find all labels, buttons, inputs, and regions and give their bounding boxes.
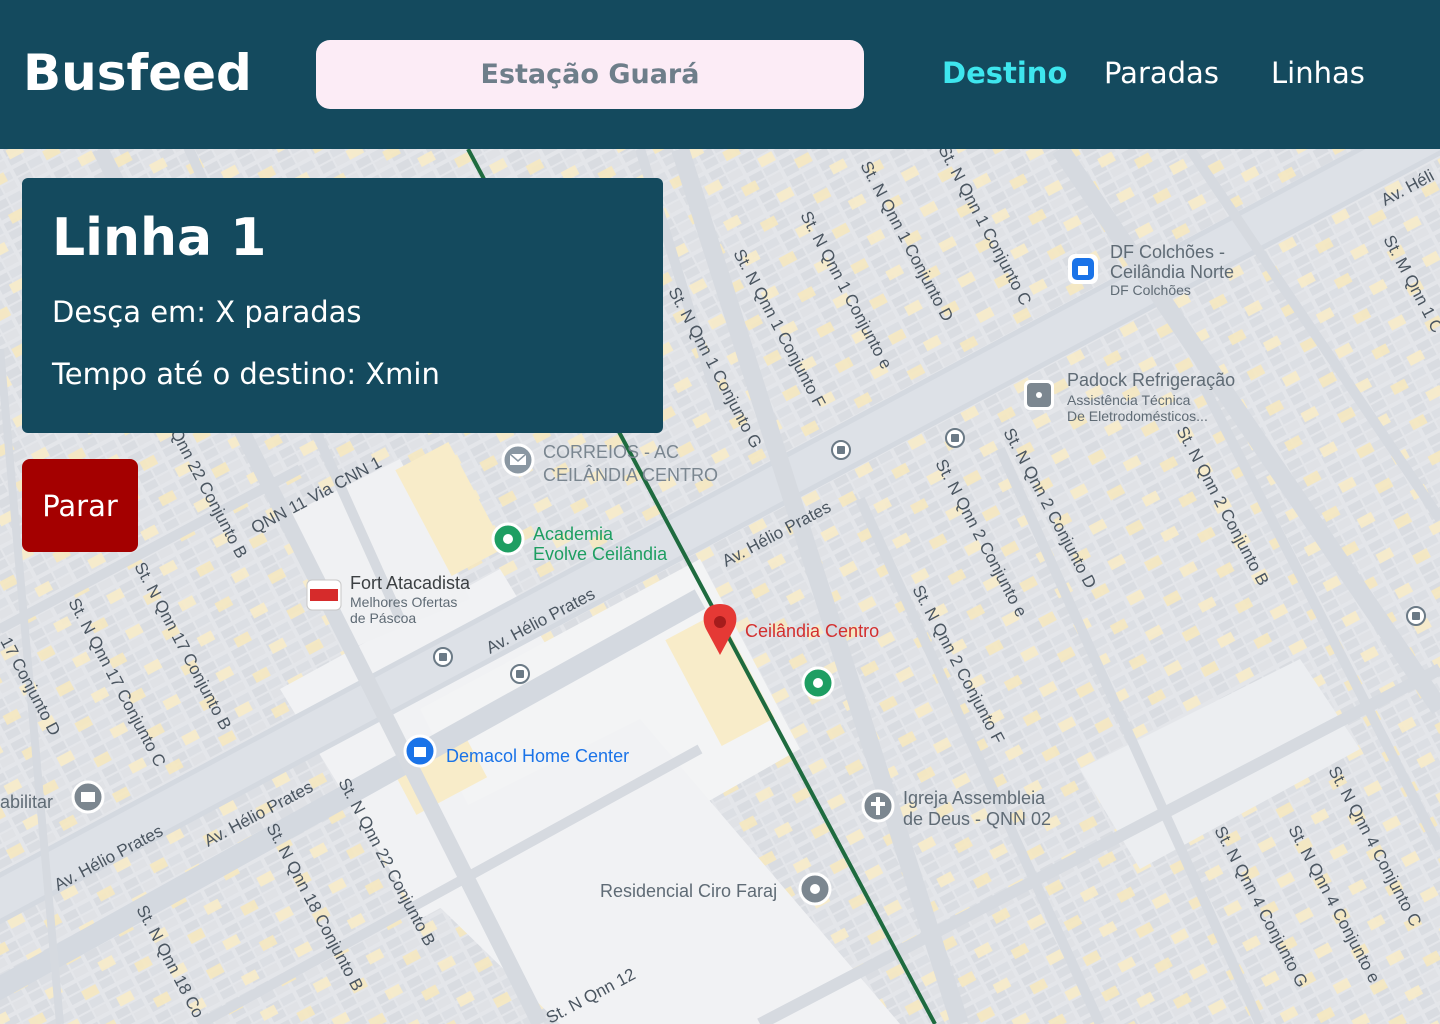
poi-padock-sub-2: De Eletrodomésticos... (1067, 408, 1208, 424)
poi-fort-sub-2: de Páscoa (350, 610, 416, 626)
stops-remaining: Desça em: X paradas (52, 295, 362, 329)
poi-correios-name-1[interactable]: CORREIOS - AC (543, 442, 679, 462)
bus-stop-icon[interactable] (433, 647, 453, 667)
shopping-bag-icon[interactable] (1068, 254, 1098, 284)
top-navbar: Busfeed Destino Paradas Linhas (0, 0, 1440, 149)
route-info-card: Linha 1 Desça em: X paradas Tempo até o … (22, 178, 663, 433)
gym-icon[interactable] (491, 522, 525, 556)
search-input[interactable] (316, 40, 864, 109)
poi-igreja-name-2[interactable]: de Deus - QNN 02 (903, 809, 1051, 829)
poi-padock-sub-1: Assistência Técnica (1067, 392, 1191, 408)
poi-fort-sub-1: Melhores Ofertas (350, 594, 457, 610)
app-logo[interactable]: Busfeed (23, 44, 252, 102)
fort-logo-icon[interactable] (306, 579, 342, 611)
route-title: Linha 1 (52, 208, 267, 268)
bus-stop-icon[interactable] (831, 440, 851, 460)
poi-academia-name-1[interactable]: Academia (533, 524, 614, 544)
poi-df-colchoes-name-1[interactable]: DF Colchões - (1110, 242, 1225, 262)
stop-button[interactable]: Parar (22, 459, 138, 552)
poi-df-colchoes-sub: DF Colchões (1110, 282, 1191, 298)
poi-residencial-name[interactable]: Residencial Ciro Faraj (600, 881, 777, 901)
mail-icon[interactable] (501, 443, 535, 477)
poi-demacol-name[interactable]: Demacol Home Center (446, 746, 629, 766)
government-icon[interactable] (71, 780, 105, 814)
poi-fort-name[interactable]: Fort Atacadista (350, 573, 471, 593)
church-icon[interactable] (861, 789, 895, 823)
park-icon[interactable] (801, 666, 835, 700)
poi-academia-name-2[interactable]: Evolve Ceilândia (533, 544, 668, 564)
store-icon[interactable] (1024, 380, 1054, 410)
shopping-bag-icon[interactable] (403, 734, 437, 768)
poi-padock-name[interactable]: Padock Refrigeração (1067, 370, 1235, 390)
poi-ceilandia-centro-name[interactable]: Ceilândia Centro (745, 621, 879, 641)
bus-stop-icon[interactable] (945, 428, 965, 448)
poi-igreja-name-1[interactable]: Igreja Assembleia (903, 788, 1046, 808)
nav-linhas[interactable]: Linhas (1271, 56, 1365, 90)
nav-paradas[interactable]: Paradas (1104, 56, 1219, 90)
time-to-destination: Tempo até o destino: Xmin (52, 357, 440, 391)
poi-df-colchoes-name-2[interactable]: Ceilândia Norte (1110, 262, 1234, 282)
nav-destino[interactable]: Destino (942, 56, 1067, 90)
bus-stop-icon[interactable] (1406, 606, 1426, 626)
place-icon[interactable] (798, 872, 832, 906)
poi-habilitar-name[interactable]: abilitar (0, 792, 53, 812)
bus-stop-icon[interactable] (510, 664, 530, 684)
poi-correios-name-2[interactable]: CEILÂNDIA CENTRO (543, 465, 718, 485)
